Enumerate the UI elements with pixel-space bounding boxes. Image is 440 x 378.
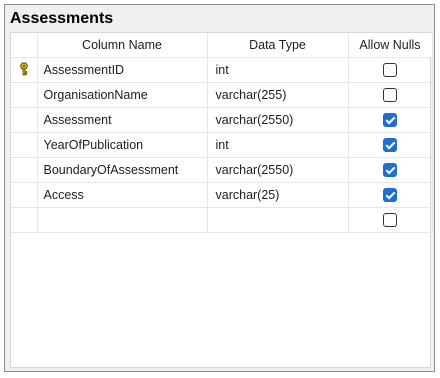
row-selector[interactable] <box>11 157 38 183</box>
allow-nulls-checkbox[interactable] <box>383 213 397 228</box>
allow-nulls-cell <box>348 207 433 233</box>
data-type-cell[interactable] <box>207 207 349 233</box>
table-title: Assessments <box>10 10 114 27</box>
allow-nulls-checkbox[interactable] <box>383 88 397 103</box>
table-row[interactable]: AssessmentID int <box>11 57 433 83</box>
table-row[interactable]: OrganisationName varchar(255) <box>11 82 433 108</box>
column-name-cell[interactable]: BoundaryOfAssessment <box>37 157 208 183</box>
row-selector[interactable] <box>11 182 38 208</box>
allow-nulls-checkbox[interactable] <box>383 113 397 128</box>
column-name-cell[interactable]: Assessment <box>37 107 208 133</box>
row-selector[interactable] <box>11 207 38 233</box>
row-selector[interactable] <box>11 132 38 158</box>
table-row[interactable] <box>11 207 433 233</box>
data-type-cell[interactable]: int <box>207 132 349 158</box>
column-name-cell[interactable]: AssessmentID <box>37 57 208 83</box>
data-type-cell[interactable]: varchar(2550) <box>207 107 349 133</box>
header-row: Column Name Data Type Allow Nulls <box>11 33 433 58</box>
allow-nulls-cell <box>348 57 433 83</box>
allow-nulls-checkbox[interactable] <box>383 138 397 153</box>
row-selector[interactable] <box>11 107 38 133</box>
data-type-cell[interactable]: varchar(25) <box>207 182 349 208</box>
column-name-cell[interactable]: Access <box>37 182 208 208</box>
column-name-cell[interactable]: OrganisationName <box>37 82 208 108</box>
columns-table: Column Name Data Type Allow Nulls Assess… <box>11 33 433 233</box>
allow-nulls-checkbox[interactable] <box>383 188 397 203</box>
allow-nulls-cell <box>348 132 433 158</box>
column-name-header[interactable]: Column Name <box>37 33 208 58</box>
table-row[interactable]: YearOfPublication int <box>11 132 433 158</box>
column-grid: Column Name Data Type Allow Nulls Assess… <box>10 32 433 368</box>
table-row[interactable]: BoundaryOfAssessment varchar(2550) <box>11 157 433 183</box>
row-selector[interactable] <box>11 82 38 108</box>
data-type-cell[interactable]: varchar(255) <box>207 82 349 108</box>
allow-nulls-checkbox[interactable] <box>383 63 397 78</box>
allow-nulls-checkbox[interactable] <box>383 163 397 178</box>
column-name-cell[interactable] <box>37 207 208 233</box>
allow-nulls-header[interactable]: Allow Nulls <box>348 33 433 58</box>
data-type-cell[interactable]: varchar(2550) <box>207 157 349 183</box>
row-selector-header <box>11 33 38 58</box>
column-name-cell[interactable]: YearOfPublication <box>37 132 208 158</box>
data-type-header[interactable]: Data Type <box>207 33 349 58</box>
table-row[interactable]: Access varchar(25) <box>11 182 433 208</box>
allow-nulls-cell <box>348 157 433 183</box>
grid-body: AssessmentID int OrganisationName varchar(2… <box>11 57 433 233</box>
key-icon <box>18 61 30 79</box>
allow-nulls-cell <box>348 107 433 133</box>
allow-nulls-cell <box>348 182 433 208</box>
allow-nulls-cell <box>348 82 433 108</box>
table-designer-panel: Assessments Column Name Data Type Allow … <box>4 4 435 372</box>
row-selector[interactable] <box>11 57 38 83</box>
table-row[interactable]: Assessment varchar(2550) <box>11 107 433 133</box>
data-type-cell[interactable]: int <box>207 57 349 83</box>
